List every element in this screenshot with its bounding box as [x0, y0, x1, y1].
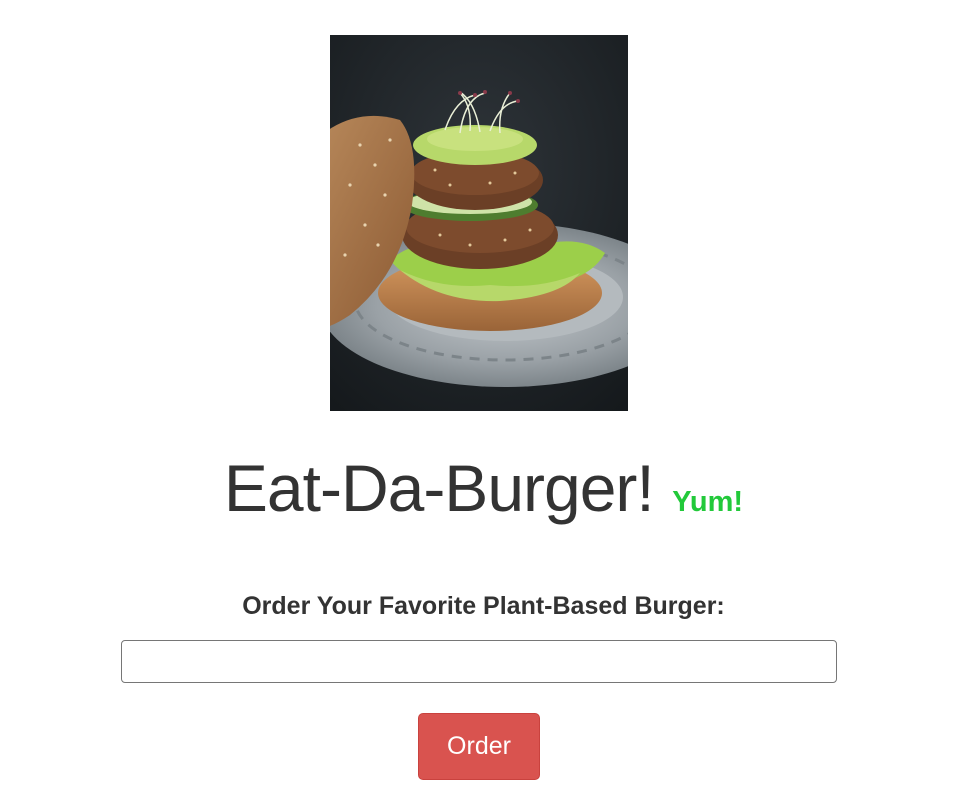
tagline: Yum! — [672, 486, 744, 518]
order-button[interactable]: Order — [418, 713, 540, 780]
page: Eat-Da-Burger! Yum! Order Your Favorite … — [0, 0, 967, 810]
burger-name-input[interactable] — [121, 640, 837, 683]
page-title: Eat-Da-Burger! — [223, 451, 655, 525]
title-row: Eat-Da-Burger! Yum! — [0, 450, 967, 526]
order-label: Order Your Favorite Plant-Based Burger: — [242, 592, 725, 620]
burger-image — [330, 35, 628, 411]
